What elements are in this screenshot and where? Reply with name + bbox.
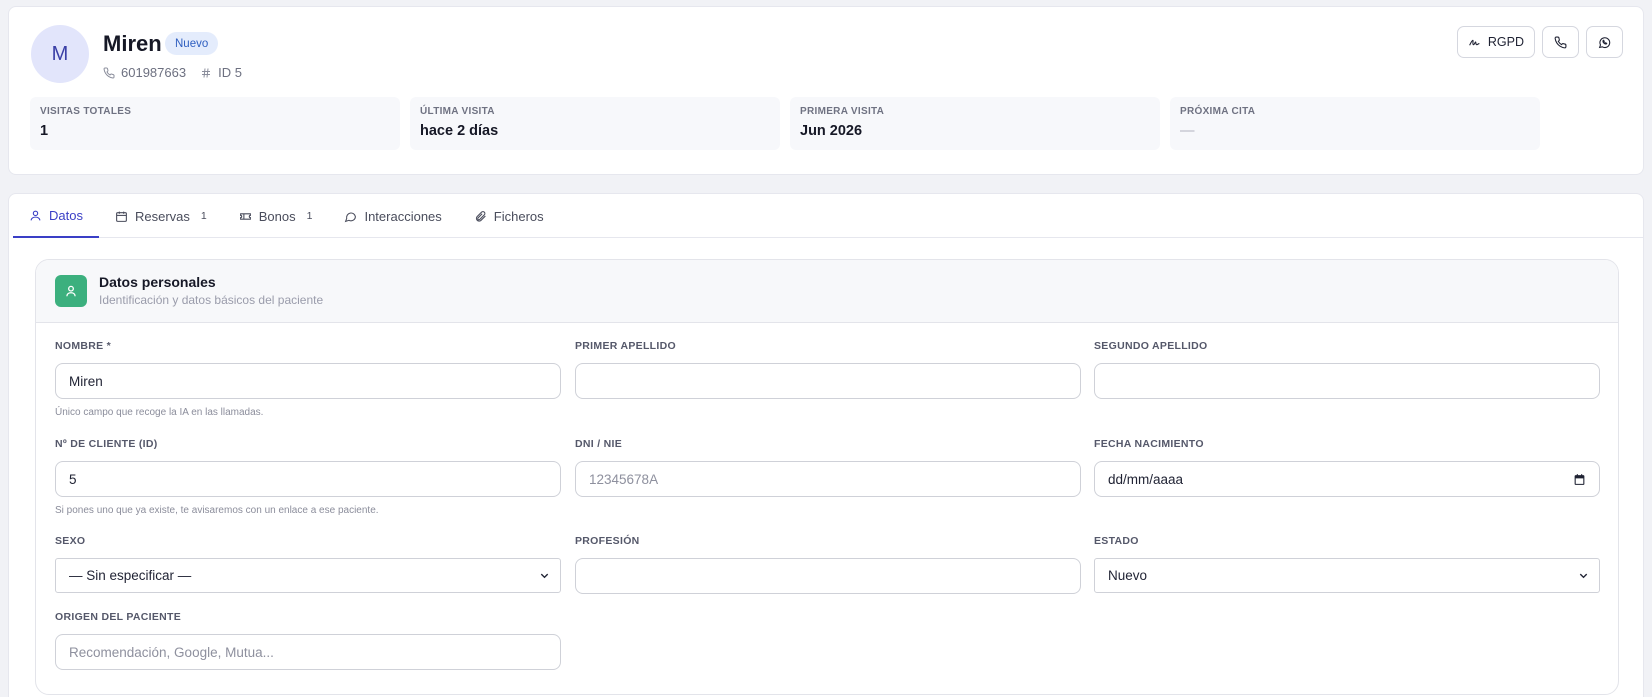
rgpd-label: RGPD xyxy=(1487,35,1524,49)
signature-icon xyxy=(1469,39,1480,45)
field-dni: DNI / NIE xyxy=(575,438,1081,497)
ticket-icon xyxy=(239,212,251,220)
user-icon xyxy=(30,210,41,220)
date-placeholder: dd/mm/aaaa xyxy=(1108,471,1184,487)
calendar-icon xyxy=(116,211,127,222)
tab-label: Bonos xyxy=(258,208,296,224)
field-label: NOMBRE * xyxy=(55,340,112,352)
selected-option: Nuevo xyxy=(1108,568,1148,583)
section-icon xyxy=(55,275,87,307)
field-label: PROFESIÓN xyxy=(575,535,640,547)
patient-name: Miren xyxy=(103,31,162,56)
profesion-input[interactable] xyxy=(575,558,1081,594)
phone-icon xyxy=(1554,36,1567,48)
field-estado: ESTADO Nuevo xyxy=(1094,535,1600,593)
tab-bonos[interactable]: Bonos 1 xyxy=(223,194,329,238)
field-primer-apellido: PRIMER APELLIDO xyxy=(575,340,1081,399)
tab-label: Reservas xyxy=(134,208,190,224)
field-profesion: PROFESIÓN xyxy=(575,535,1081,594)
tab-count: 1 xyxy=(306,210,313,222)
tab-reservas[interactable]: Reservas 1 xyxy=(99,194,223,238)
rgpd-button[interactable]: RGPD xyxy=(1456,26,1535,58)
patient-id-label: ID 5 xyxy=(218,65,242,80)
patient-header-card: M Miren Nuevo 601987663 ID 5 RGPD VISITA… xyxy=(8,6,1644,175)
user-icon xyxy=(66,285,76,297)
stat-first-visit: PRIMERA VISITA Jun 2026 xyxy=(790,97,1160,150)
chat-icon xyxy=(345,212,357,222)
status-badge: Nuevo xyxy=(165,32,219,55)
stat-last-visit: ÚLTIMA VISITA hace 2 días xyxy=(410,97,780,150)
patient-meta: 601987663 ID 5 xyxy=(103,65,242,80)
field-label: DNI / NIE xyxy=(575,438,623,450)
selected-option: — Sin especificar — xyxy=(69,568,192,583)
chevron-down-icon xyxy=(1579,573,1588,579)
field-label: SEXO xyxy=(55,535,86,547)
section-title: Datos personales xyxy=(99,274,216,290)
field-hint: Único campo que recoge la IA en las llam… xyxy=(55,407,264,418)
estado-select[interactable]: Nuevo xyxy=(1094,558,1600,593)
paperclip-icon xyxy=(475,210,486,222)
hash-icon xyxy=(202,67,211,78)
stat-value: hace 2 días xyxy=(420,123,499,139)
tab-label: Ficheros xyxy=(493,208,544,224)
field-label: ESTADO xyxy=(1094,535,1139,547)
section-subtitle: Identificación y datos básicos del pacie… xyxy=(99,293,324,307)
stat-value: 1 xyxy=(40,123,49,139)
origen-input[interactable] xyxy=(55,634,561,670)
segundo-apellido-input[interactable] xyxy=(1094,363,1600,399)
stat-next-appointment: PRÓXIMA CITA — xyxy=(1170,97,1540,150)
stat-label: PRÓXIMA CITA xyxy=(1180,106,1256,117)
stat-value: — xyxy=(1180,123,1195,139)
stat-value: Jun 2026 xyxy=(800,123,863,139)
dni-input[interactable] xyxy=(575,461,1081,497)
call-button[interactable] xyxy=(1542,26,1579,58)
patient-detail-card: Datos Reservas 1 Bonos 1 Interacciones F… xyxy=(8,193,1644,697)
calendar-icon[interactable] xyxy=(1573,473,1586,486)
field-segundo-apellido: SEGUNDO APELLIDO xyxy=(1094,340,1600,399)
stats-row: VISITAS TOTALES 1 ÚLTIMA VISITA hace 2 d… xyxy=(30,97,1540,150)
tab-label: Datos xyxy=(49,207,83,223)
header-actions: RGPD xyxy=(1456,26,1623,58)
chevron-down-icon xyxy=(540,573,549,579)
patient-phone: 601987663 xyxy=(103,65,186,80)
field-origen: ORIGEN DEL PACIENTE xyxy=(55,611,561,670)
tab-ficheros[interactable]: Ficheros xyxy=(458,194,560,238)
tab-count: 1 xyxy=(200,210,207,222)
stat-label: ÚLTIMA VISITA xyxy=(420,106,495,117)
nombre-input[interactable] xyxy=(55,363,561,399)
numero-cliente-input[interactable] xyxy=(55,461,561,497)
tab-interacciones[interactable]: Interacciones xyxy=(328,194,457,238)
field-fecha-nacimiento: FECHA NACIMIENTO dd/mm/aaaa xyxy=(1094,438,1600,497)
field-nombre: NOMBRE * Único campo que recoge la IA en… xyxy=(55,340,561,418)
field-numero-cliente: Nº DE CLIENTE (ID) Si pones uno que ya e… xyxy=(55,438,561,516)
field-label: Nº DE CLIENTE (ID) xyxy=(55,438,158,450)
patient-id: ID 5 xyxy=(200,65,242,80)
stat-label: PRIMERA VISITA xyxy=(800,106,885,117)
field-sexo: SEXO — Sin especificar — xyxy=(55,535,561,593)
tab-label: Interacciones xyxy=(364,208,442,224)
stat-label: VISITAS TOTALES xyxy=(40,106,132,117)
avatar: M xyxy=(31,25,89,83)
personal-data-section: Datos personales Identificación y datos … xyxy=(35,259,1619,695)
field-label: PRIMER APELLIDO xyxy=(575,340,676,352)
section-header: Datos personales Identificación y datos … xyxy=(36,260,1618,323)
phone-icon xyxy=(103,66,115,78)
primer-apellido-input[interactable] xyxy=(575,363,1081,399)
field-label: ORIGEN DEL PACIENTE xyxy=(55,611,182,623)
field-label: FECHA NACIMIENTO xyxy=(1094,438,1204,450)
fecha-nacimiento-input[interactable]: dd/mm/aaaa xyxy=(1094,461,1600,497)
tab-datos[interactable]: Datos xyxy=(13,194,99,238)
whatsapp-icon xyxy=(1598,36,1611,48)
phone-number: 601987663 xyxy=(121,65,187,80)
tab-bar: Datos Reservas 1 Bonos 1 Interacciones F… xyxy=(13,194,1643,238)
whatsapp-button[interactable] xyxy=(1586,26,1623,58)
stat-total-visits: VISITAS TOTALES 1 xyxy=(30,97,400,150)
sexo-select[interactable]: — Sin especificar — xyxy=(55,558,561,593)
field-hint: Si pones uno que ya existe, te avisaremo… xyxy=(55,505,379,516)
field-label: SEGUNDO APELLIDO xyxy=(1094,340,1208,352)
